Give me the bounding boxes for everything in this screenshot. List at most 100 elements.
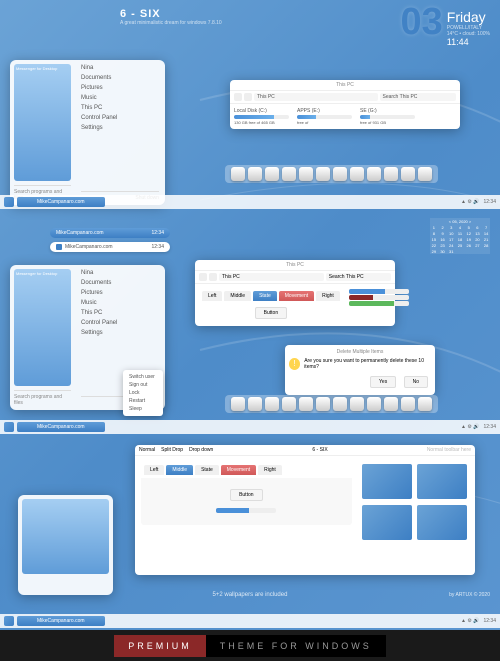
- nav-forward[interactable]: [244, 93, 252, 101]
- shutdown-submenu[interactable]: Switch user Sign out Lock Restart Sleep: [123, 370, 163, 416]
- dock-icon[interactable]: [384, 167, 398, 181]
- tab[interactable]: Movement: [279, 291, 314, 301]
- dock-icon[interactable]: [367, 397, 381, 411]
- start-button[interactable]: [4, 422, 14, 432]
- start-menu-tile[interactable]: Messenger for Desktop: [14, 269, 71, 386]
- tab[interactable]: Right: [258, 465, 282, 475]
- start-search[interactable]: Search programs and files: [14, 390, 71, 406]
- dock-icon[interactable]: [282, 397, 296, 411]
- dock-icon[interactable]: [231, 167, 245, 181]
- wallpaper-thumb[interactable]: [362, 505, 412, 540]
- button[interactable]: Button: [255, 307, 287, 319]
- dock-icon[interactable]: [265, 397, 279, 411]
- wallpaper-thumb[interactable]: [417, 505, 467, 540]
- start-item[interactable]: Nina: [81, 269, 159, 277]
- start-item[interactable]: Music: [81, 299, 159, 307]
- menu-item[interactable]: Normal: [139, 447, 155, 453]
- tab-window[interactable]: This PC This PC Search This PC Left Midd…: [195, 260, 395, 326]
- dock-icon[interactable]: [333, 167, 347, 181]
- taskbar-pill-white[interactable]: MikeCampanaro.com12:34: [50, 242, 170, 252]
- submenu-item[interactable]: Switch user: [129, 373, 157, 381]
- dock-icon[interactable]: [333, 397, 347, 411]
- tab[interactable]: State: [253, 291, 277, 301]
- nav-forward[interactable]: [209, 273, 217, 281]
- dock-icon[interactable]: [248, 167, 262, 181]
- tab[interactable]: Middle: [166, 465, 193, 475]
- taskbar-pill-blue[interactable]: MikeCampanaro.com12:34: [50, 228, 170, 238]
- start-item[interactable]: Settings: [81, 124, 159, 132]
- taskbar-task[interactable]: MikeCampanaro.com: [17, 197, 105, 207]
- start-item[interactable]: Pictures: [81, 289, 159, 297]
- taskbar[interactable]: MikeCampanaro.com ▲ ⚙ 🔊12:34: [0, 195, 500, 209]
- wallpaper-thumb[interactable]: [362, 464, 412, 499]
- start-item[interactable]: Nina: [81, 64, 159, 72]
- start-button[interactable]: [4, 197, 14, 207]
- submenu-item[interactable]: Lock: [129, 389, 157, 397]
- dock-icon[interactable]: [316, 397, 330, 411]
- nav-back[interactable]: [199, 273, 207, 281]
- taskbar-task[interactable]: MikeCampanaro.com: [17, 422, 105, 432]
- dock[interactable]: [225, 165, 438, 183]
- dock-icon[interactable]: [401, 397, 415, 411]
- no-button[interactable]: No: [404, 376, 428, 388]
- submenu-item[interactable]: Sleep: [129, 405, 157, 413]
- start-item[interactable]: Documents: [81, 74, 159, 82]
- taskbar[interactable]: MikeCampanaro.com ▲ ⚙ 🔊12:34: [0, 420, 500, 434]
- tab[interactable]: Middle: [224, 291, 251, 301]
- start-menu[interactable]: Messenger for Desktop Search programs an…: [10, 60, 165, 205]
- button[interactable]: Button: [230, 489, 262, 501]
- start-item[interactable]: This PC: [81, 309, 159, 317]
- dock-icon[interactable]: [231, 397, 245, 411]
- drive-item[interactable]: APPS (E:) free of: [297, 108, 352, 125]
- menu-item[interactable]: Split Drop: [161, 447, 183, 453]
- menu-item[interactable]: Drop down: [189, 447, 213, 453]
- address-bar[interactable]: This PC: [254, 93, 378, 101]
- tab[interactable]: Movement: [221, 465, 256, 475]
- dock-icon[interactable]: [350, 167, 364, 181]
- taskbar-task[interactable]: MikeCampanaro.com: [17, 616, 105, 626]
- search-box[interactable]: Search This PC: [380, 93, 457, 101]
- dock-icon[interactable]: [418, 397, 432, 411]
- explorer-window[interactable]: This PC This PC Search This PC Local Dis…: [230, 80, 460, 129]
- start-button[interactable]: [4, 616, 14, 626]
- system-tray[interactable]: ▲ ⚙ 🔊12:34: [461, 199, 496, 205]
- big-window[interactable]: Normal Split Drop Drop down 6 - SIX Norm…: [135, 445, 475, 575]
- start-item[interactable]: Settings: [81, 329, 159, 337]
- yes-button[interactable]: Yes: [370, 376, 396, 388]
- dock-icon[interactable]: [418, 167, 432, 181]
- start-menu-tile[interactable]: Messenger for Desktop: [14, 64, 71, 181]
- tab[interactable]: Left: [144, 465, 164, 475]
- dock-icon[interactable]: [384, 397, 398, 411]
- calendar-widget[interactable]: < 05, 2020 > 123456789101112131415161718…: [430, 218, 490, 254]
- submenu-item[interactable]: Sign out: [129, 381, 157, 389]
- drive-item[interactable]: SE (G:) free of 931 GB: [360, 108, 415, 125]
- dock-icon[interactable]: [350, 397, 364, 411]
- tab[interactable]: Left: [202, 291, 222, 301]
- submenu-item[interactable]: Restart: [129, 397, 157, 405]
- start-item[interactable]: This PC: [81, 104, 159, 112]
- dock-icon[interactable]: [401, 167, 415, 181]
- dock[interactable]: [225, 395, 438, 413]
- dock-icon[interactable]: [265, 167, 279, 181]
- dock-icon[interactable]: [248, 397, 262, 411]
- dock-icon[interactable]: [299, 167, 313, 181]
- dock-icon[interactable]: [316, 167, 330, 181]
- start-item[interactable]: Control Panel: [81, 319, 159, 327]
- start-item[interactable]: Pictures: [81, 84, 159, 92]
- tab[interactable]: State: [195, 465, 219, 475]
- drive-item[interactable]: Local Disk (C:) 130 GB free of 465 GB: [234, 108, 289, 125]
- dock-icon[interactable]: [299, 397, 313, 411]
- small-panel[interactable]: [18, 495, 113, 595]
- dock-icon[interactable]: [367, 167, 381, 181]
- confirm-dialog[interactable]: Delete Multiple Items ! Are you sure you…: [285, 345, 435, 395]
- start-item[interactable]: Control Panel: [81, 114, 159, 122]
- taskbar[interactable]: MikeCampanaro.com ▲ ⚙ 🔊12:34: [0, 614, 500, 628]
- start-item[interactable]: Music: [81, 94, 159, 102]
- system-tray[interactable]: ▲ ⚙ 🔊12:34: [461, 618, 496, 624]
- tab[interactable]: Right: [316, 291, 340, 301]
- nav-back[interactable]: [234, 93, 242, 101]
- wallpaper-thumb[interactable]: [417, 464, 467, 499]
- start-item[interactable]: Documents: [81, 279, 159, 287]
- system-tray[interactable]: ▲ ⚙ 🔊12:34: [461, 424, 496, 430]
- dock-icon[interactable]: [282, 167, 296, 181]
